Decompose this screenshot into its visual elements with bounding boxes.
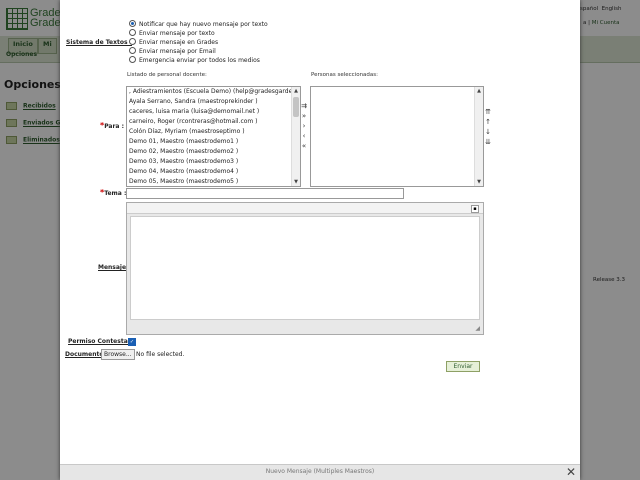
staff-list-item[interactable]: Ayala Serrano, Sandra (maestroprekinder … xyxy=(127,97,300,107)
staff-list-item[interactable]: Demo 05, Maestro (maestrodemo5 ) xyxy=(127,177,300,186)
documento-label: Documento xyxy=(65,351,104,358)
remove-all-icon[interactable]: « xyxy=(300,142,308,150)
staff-listbox[interactable]: , Adiestramientos (Escuela Demo) (help@g… xyxy=(126,86,301,187)
radio-enviar-texto[interactable]: Enviar mensaje por texto xyxy=(129,29,215,38)
mensaje-label: Mensaje xyxy=(98,264,127,271)
move-bottom-icon[interactable]: ⇊ xyxy=(484,138,492,146)
message-textarea[interactable] xyxy=(130,216,480,320)
staff-list-item[interactable]: carneiro, Roger (rcontreras@hotmail.com … xyxy=(127,117,300,127)
staff-list: , Adiestramientos (Escuela Demo) (help@g… xyxy=(127,87,300,186)
no-file-text: No file selected. xyxy=(136,351,185,358)
radio-button[interactable] xyxy=(129,29,136,36)
browse-button[interactable]: Browse... xyxy=(101,349,135,360)
staff-scrollbar[interactable]: ▲ ▼ xyxy=(291,87,300,186)
sistema-textos-label: Sistema de Textos : xyxy=(66,39,133,46)
staff-list-item[interactable]: Demo 01, Maestro (maestrodemo1 ) xyxy=(127,137,300,147)
move-top-icon[interactable]: ⇈ xyxy=(484,108,492,116)
message-editor[interactable]: ▪ ◢ xyxy=(126,202,484,335)
radio-button[interactable] xyxy=(129,38,136,45)
staff-list-item[interactable]: , Adiestramientos (Escuela Demo) (help@g… xyxy=(127,87,300,97)
scroll-down-icon[interactable]: ▼ xyxy=(475,178,483,186)
radio-enviar-email[interactable]: Enviar mensaje por Email xyxy=(129,47,216,56)
staff-list-item[interactable]: caceres, luisa maria (luisa@demomail.net… xyxy=(127,107,300,117)
tema-label: *Tema : xyxy=(100,188,127,197)
scroll-up-icon[interactable]: ▲ xyxy=(475,87,483,95)
staff-list-item[interactable]: Demo 02, Maestro (maestrodemo2 ) xyxy=(127,147,300,157)
add-all-icon[interactable]: ⇉ xyxy=(300,102,308,110)
radio-button-selected[interactable] xyxy=(129,20,136,27)
radio-notificar[interactable]: Notificar que hay nuevo mensaje por text… xyxy=(129,20,268,29)
new-message-modal: Sistema de Textos : Notificar que hay nu… xyxy=(60,0,580,480)
move-up-icon[interactable]: ↑ xyxy=(484,118,492,126)
add-one-icon[interactable]: › xyxy=(300,122,308,130)
add-selected-icon[interactable]: » xyxy=(300,112,308,120)
scroll-up-icon[interactable]: ▲ xyxy=(292,87,300,95)
editor-toolbar: ▪ xyxy=(127,203,483,214)
staff-list-item[interactable]: Demo 04, Maestro (maestrodemo4 ) xyxy=(127,167,300,177)
listado-label: Listado de personal docente: xyxy=(127,72,207,78)
editor-toggle-icon[interactable]: ▪ xyxy=(471,205,479,213)
scroll-down-icon[interactable]: ▼ xyxy=(292,178,300,186)
permiso-contestar-label: Permiso Contestar xyxy=(68,338,131,345)
modal-title: Nuevo Mensaje (Multiples Maestros) xyxy=(265,468,375,475)
modal-footer: Nuevo Mensaje (Multiples Maestros) ✕ xyxy=(60,464,580,480)
selected-listbox[interactable]: ▲ ▼ xyxy=(310,86,484,187)
permiso-contestar-checkbox[interactable]: ✓ xyxy=(128,338,136,346)
seleccionadas-label: Personas seleccionadas: xyxy=(311,72,379,78)
staff-list-item[interactable]: Demo 03, Maestro (maestrodemo3 ) xyxy=(127,157,300,167)
radio-button[interactable] xyxy=(129,56,136,63)
scroll-thumb[interactable] xyxy=(293,97,299,117)
radio-enviar-grades[interactable]: Enviar mensaje en Grades xyxy=(129,38,218,47)
enviar-button[interactable]: Enviar xyxy=(446,361,480,372)
resize-handle-icon[interactable]: ◢ xyxy=(475,325,480,332)
selected-scrollbar[interactable]: ▲ ▼ xyxy=(474,87,483,186)
remove-one-icon[interactable]: ‹ xyxy=(300,132,308,140)
tema-input[interactable] xyxy=(126,188,404,199)
radio-button[interactable] xyxy=(129,47,136,54)
radio-emergencia[interactable]: Emergencia enviar por todos los medios xyxy=(129,56,260,65)
para-label: *Para : xyxy=(100,121,124,130)
close-icon[interactable]: ✕ xyxy=(566,466,576,478)
move-down-icon[interactable]: ↓ xyxy=(484,128,492,136)
staff-list-item[interactable]: Colón Díaz, Myriam (maestroseptimo ) xyxy=(127,127,300,137)
